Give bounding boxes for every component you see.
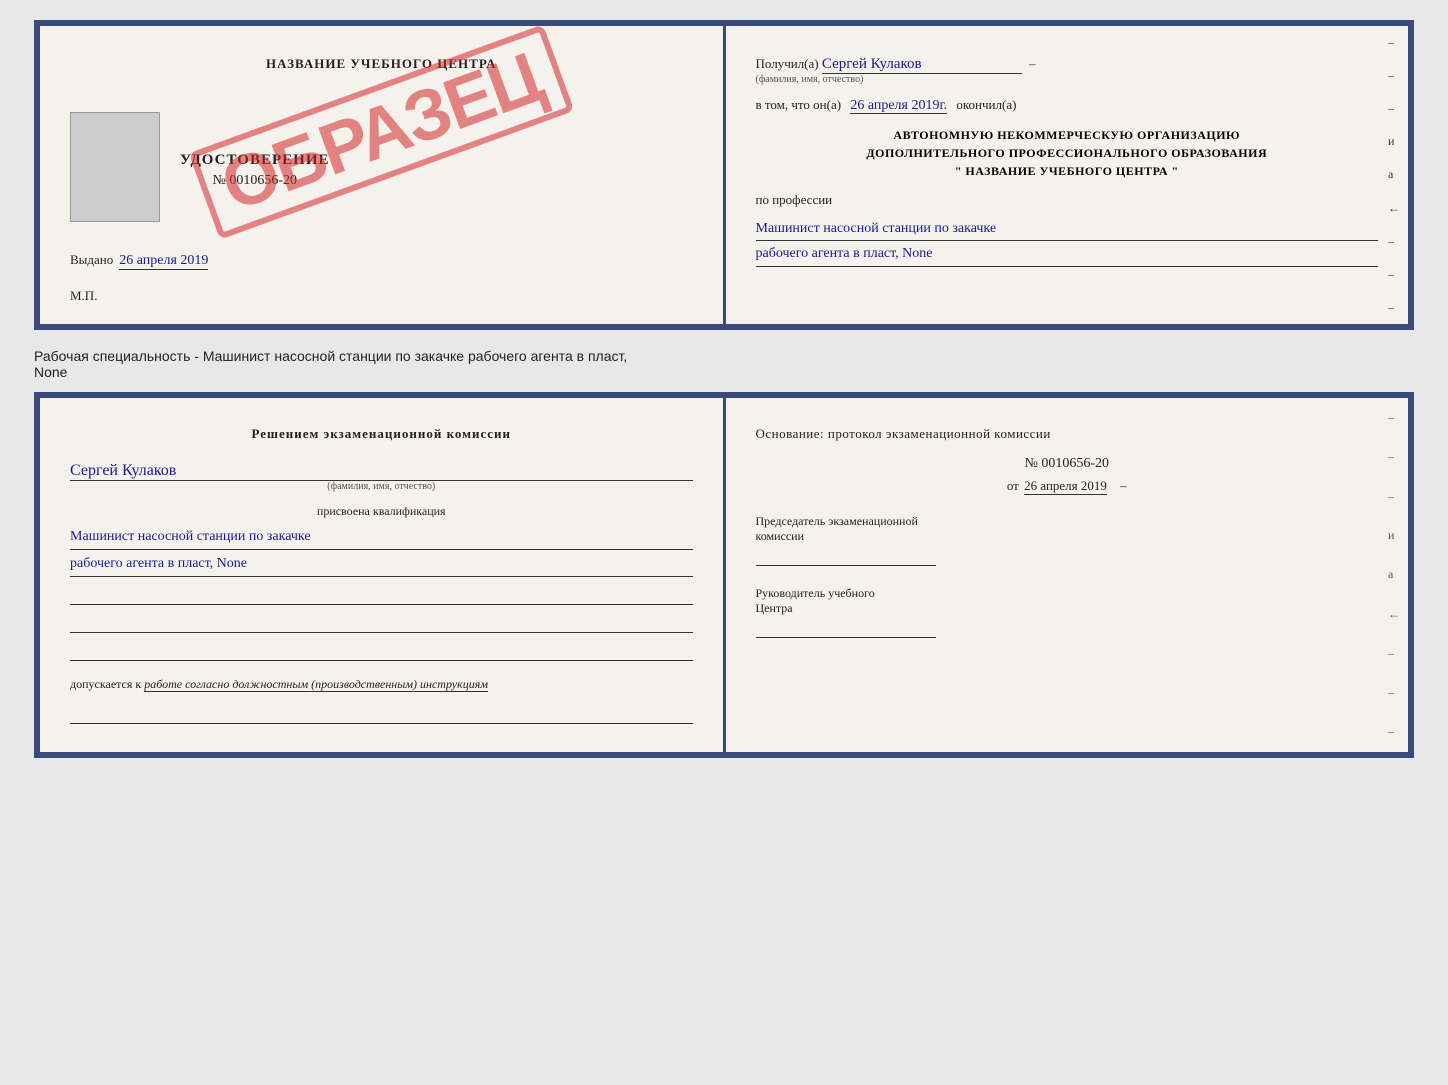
udostoverenie-label: УДОСТОВЕРЕНИЕ — [180, 152, 330, 169]
avtonomnuyu-line1: АВТОНОМНУЮ НЕКОММЕРЧЕСКУЮ ОРГАНИЗАЦИЮ — [756, 126, 1379, 144]
vydano-date: 26 апреля 2019 — [119, 253, 208, 270]
predsedatel-block: Председатель экзаменационной комиссии — [756, 514, 1379, 566]
osnovanie-header: Основание: протокол экзаменационной коми… — [756, 426, 1379, 442]
komissia-header: Решением экзаменационной комиссии — [70, 426, 693, 442]
familiya-hint: (фамилия, имя, отчество) — [756, 74, 1379, 85]
rukovoditel-signature-line — [756, 620, 936, 638]
bottom-right-dashes: – – – и а ← – – – — [1388, 398, 1400, 752]
underline-3 — [70, 641, 693, 661]
bottom-familiya-hint: (фамилия, имя, отчество) — [70, 481, 693, 492]
po-professii-text: по профессии — [756, 192, 833, 207]
top-cert-left: НАЗВАНИЕ УЧЕБНОГО ЦЕНТРА ОБРАЗЕЦ УДОСТОВ… — [40, 26, 726, 324]
photo-placeholder — [70, 112, 160, 222]
mp-label: М.П. — [70, 288, 693, 304]
udostoverenie-block: УДОСТОВЕРЕНИЕ № 0010656-20 — [180, 152, 330, 189]
bottom-cert-right: Основание: протокол экзаменационной коми… — [726, 398, 1409, 752]
vtom-prefix: в том, что он(а) — [756, 97, 842, 112]
qual-line2: рабочего агента в пласт, None — [70, 552, 693, 577]
rukovoditel-block: Руководитель учебного Центра — [756, 586, 1379, 638]
bottom-name: Сергей Кулаков — [70, 462, 693, 481]
dopuskaetsya-text: работе согласно должностным (производств… — [144, 677, 488, 692]
prisvoyena-text: присвоена квалификация — [70, 504, 693, 519]
protokol-date-prefix: от — [1007, 478, 1019, 493]
protokol-date-value: 26 апреля 2019 — [1024, 478, 1107, 495]
top-cert-right: Получил(а) Сергей Кулаков – (фамилия, им… — [726, 26, 1409, 324]
dopuskaetsya-block: допускается к работе согласно должностны… — [70, 677, 693, 692]
vtom-row: в том, что он(а) 26 апреля 2019г. окончи… — [756, 97, 1379, 114]
vtom-date: 26 апреля 2019г. — [850, 98, 947, 114]
predsedatel-line2: комиссии — [756, 529, 1379, 544]
qual-line1: Машинист насосной станции по закачке — [70, 525, 693, 550]
okonchil-text: окончил(а) — [956, 97, 1016, 112]
poluchil-prefix: Получил(а) — [756, 56, 819, 71]
poluchil-name: Сергей Кулаков — [822, 56, 1022, 74]
protokol-num: № 0010656-20 — [756, 456, 1379, 472]
rukovoditel-line1: Руководитель учебного — [756, 586, 1379, 601]
info-line1: Рабочая специальность - Машинист насосно… — [34, 348, 1414, 364]
center-name: " НАЗВАНИЕ УЧЕБНОГО ЦЕНТРА " — [756, 162, 1379, 180]
top-certificate: НАЗВАНИЕ УЧЕБНОГО ЦЕНТРА ОБРАЗЕЦ УДОСТОВ… — [34, 20, 1414, 330]
info-text-block: Рабочая специальность - Машинист насосно… — [34, 348, 1414, 380]
bottom-certificate: Решением экзаменационной комиссии Сергей… — [34, 392, 1414, 758]
underline-1 — [70, 585, 693, 605]
avtonomnuyu-block: АВТОНОМНУЮ НЕКОММЕРЧЕСКУЮ ОРГАНИЗАЦИЮ ДО… — [756, 126, 1379, 180]
predsedatel-signature-line — [756, 548, 936, 566]
profession-line2: рабочего агента в пласт, None — [756, 243, 1379, 266]
po-professii-row: по профессии — [756, 192, 1379, 208]
underline-2 — [70, 613, 693, 633]
rukovoditel-line2: Центра — [756, 601, 1379, 616]
dopuskaetsya-prefix: допускается к — [70, 677, 141, 691]
udostoverenie-num: № 0010656-20 — [180, 173, 330, 189]
predsedatel-line1: Председатель экзаменационной — [756, 514, 1379, 529]
bottom-cert-left: Решением экзаменационной комиссии Сергей… — [40, 398, 726, 752]
info-line2: None — [34, 364, 1414, 380]
profession-line1: Машинист насосной станции по закачке — [756, 218, 1379, 241]
vydano-prefix: Выдано — [70, 252, 113, 268]
top-cert-header: НАЗВАНИЕ УЧЕБНОГО ЦЕНТРА — [70, 56, 693, 72]
vydano-line: Выдано 26 апреля 2019 — [70, 252, 693, 270]
avtonomnuyu-line2: ДОПОЛНИТЕЛЬНОГО ПРОФЕССИОНАЛЬНОГО ОБРАЗО… — [756, 144, 1379, 162]
right-dashes: – – – и а ← – – – — [1388, 26, 1400, 324]
protokol-date: от 26 апреля 2019 – — [756, 478, 1379, 494]
poluchil-row: Получил(а) Сергей Кулаков – (фамилия, им… — [756, 56, 1379, 85]
underline-4 — [70, 704, 693, 724]
